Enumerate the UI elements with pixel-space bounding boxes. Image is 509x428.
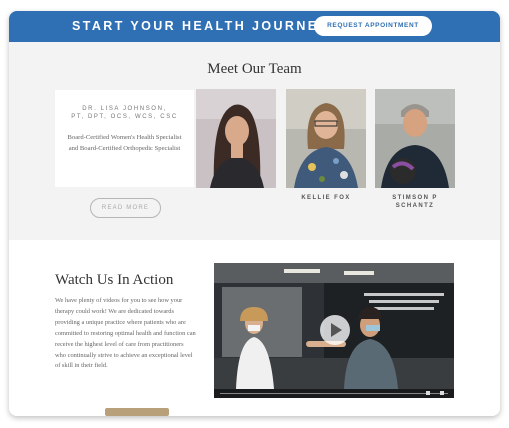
page-frame: START YOUR HEALTH JOURNEY: REQUEST APPOI… <box>9 11 500 416</box>
member-name-stimson-schantz: STIMSON P SCHANTZ <box>375 194 455 210</box>
play-triangle <box>331 323 342 337</box>
video-controls[interactable] <box>214 389 454 398</box>
action-section-title: Watch Us In Action <box>55 272 174 288</box>
read-more-button[interactable]: READ MORE <box>90 198 161 218</box>
play-icon[interactable] <box>320 315 350 345</box>
appointment-banner: START YOUR HEALTH JOURNEY: REQUEST APPOI… <box>9 11 500 42</box>
stimson-schantz-photo[interactable] <box>375 89 455 188</box>
watch-us-section: Watch Us In Action We have plenty of vid… <box>9 240 500 416</box>
action-section-body: We have plenty of videos for you to see … <box>55 297 196 370</box>
member-name-line2: SCHANTZ <box>395 203 435 209</box>
member-name-kellie-fox: KELLIE FOX <box>286 194 366 202</box>
video-player[interactable] <box>214 263 454 398</box>
lead-member-credentials: PT, DPT, OCS, WCS, CSC <box>71 114 178 120</box>
banner-title: START YOUR HEALTH JOURNEY: <box>72 19 335 33</box>
lead-member-photo[interactable] <box>196 89 276 188</box>
settings-icon[interactable] <box>426 391 430 395</box>
team-section-title: Meet Our Team <box>207 61 302 77</box>
lead-member-description: Board-Certified Women's Health Specialis… <box>67 134 182 152</box>
lead-member-name: DR. LISA JOHNSON, PT, DPT, OCS, WCS, CSC <box>55 105 194 121</box>
member-name-line1: STIMSON P <box>392 195 438 201</box>
kellie-fox-photo[interactable] <box>286 89 366 188</box>
next-section-preview <box>105 408 169 416</box>
lead-member-card: DR. LISA JOHNSON, PT, DPT, OCS, WCS, CSC… <box>55 90 194 187</box>
fullscreen-icon[interactable] <box>440 391 444 395</box>
request-appointment-button[interactable]: REQUEST APPOINTMENT <box>314 16 432 36</box>
lead-member-name-line1: DR. LISA JOHNSON, <box>82 106 167 112</box>
video-progress-bar[interactable] <box>220 393 448 394</box>
member-name-line1: KELLIE FOX <box>301 195 351 201</box>
